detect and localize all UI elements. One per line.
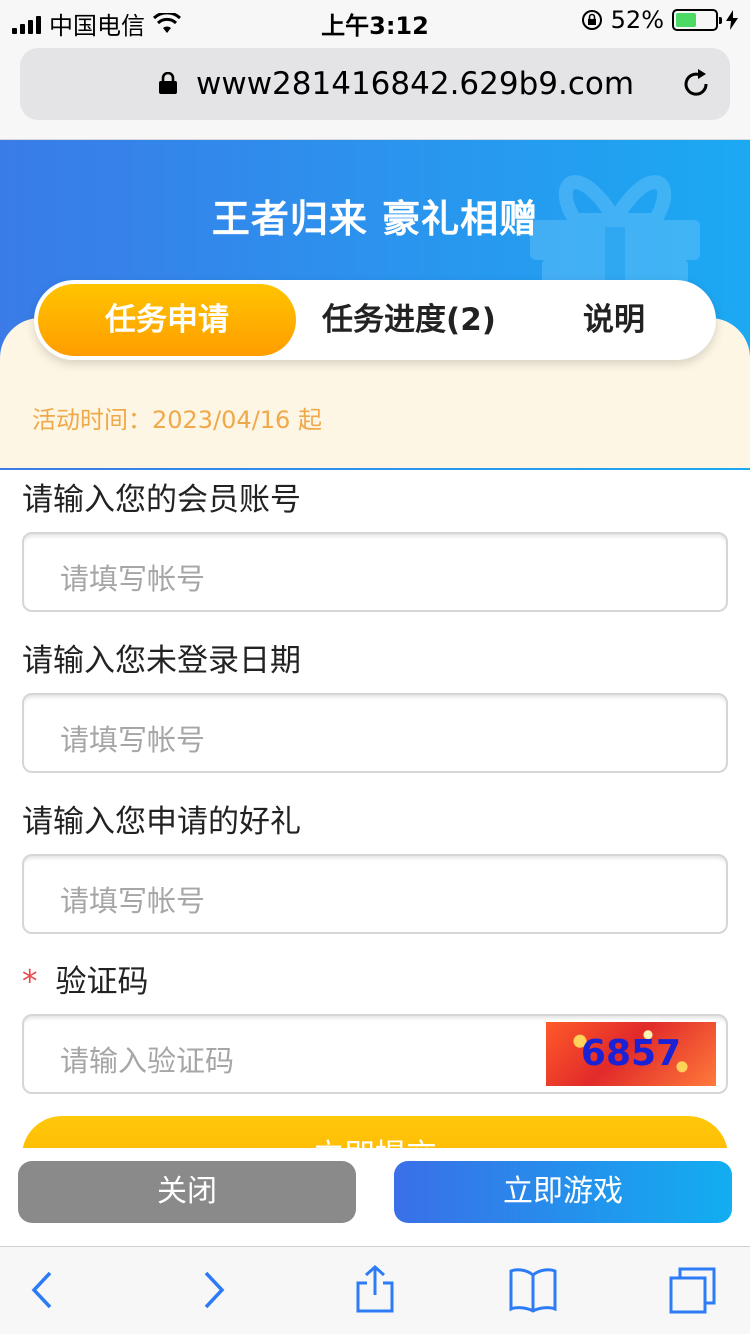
share-icon[interactable] [350,1265,400,1315]
date-placeholder: 请填写帐号 [60,723,206,757]
url-text: www281416842.629b9.com [196,66,635,102]
gift-input[interactable]: 请填写帐号 [22,854,728,934]
close-button[interactable]: 关闭 [18,1161,356,1223]
date-input[interactable]: 请填写帐号 [22,693,728,773]
battery-percent: 52% [610,6,664,34]
tab-apply[interactable]: 任务申请 [38,284,296,356]
play-now-button[interactable]: 立即游戏 [394,1161,732,1223]
captcha-placeholder: 请输入验证码 [60,1044,235,1078]
banner-title: 王者归来 豪礼相赠 [211,197,539,241]
tab-bar: 任务申请 任务进度(2) 说明 [34,280,716,360]
browser-toolbar [0,1246,750,1334]
required-mark: * [22,964,38,1000]
status-bar: 中国电信 上午3:12 52% [0,0,750,40]
gift-label: 请输入您申请的好礼 [22,804,301,840]
captcha-image[interactable]: 6857 [546,1022,716,1086]
status-right: 52% [581,6,738,34]
tab-instructions[interactable]: 说明 [514,284,714,356]
bottom-action-bar: 关闭 立即游戏 [0,1148,750,1246]
gift-placeholder: 请填写帐号 [60,884,206,918]
captcha-label-row: * 验证码 [22,956,149,1001]
charging-bolt-icon [726,10,738,30]
tabs-icon[interactable] [668,1265,718,1315]
battery-icon [672,9,722,31]
captcha-input[interactable]: 请输入验证码 6857 [22,1014,728,1094]
page: 中国电信 上午3:12 52% www281416842.629b9.com 王… [0,0,750,1334]
captcha-label: 验证码 [55,964,149,1000]
account-placeholder: 请填写帐号 [60,562,206,596]
browser-address-area: www281416842.629b9.com [0,40,750,140]
tab-progress[interactable]: 任务进度(2) [284,284,534,356]
bookmarks-icon[interactable] [508,1265,558,1315]
account-input[interactable]: 请填写帐号 [22,532,728,612]
date-label: 请输入您未登录日期 [22,643,301,679]
orientation-lock-icon [581,10,602,30]
forward-icon[interactable] [186,1265,236,1315]
back-icon[interactable] [20,1265,70,1315]
reload-icon[interactable] [678,66,714,102]
activity-time: 活动时间：2023/04/16 起 [32,406,322,434]
lock-icon [159,72,177,94]
battery-fill [676,13,696,27]
account-label: 请输入您的会员账号 [22,482,301,518]
address-bar[interactable]: www281416842.629b9.com [20,48,730,120]
